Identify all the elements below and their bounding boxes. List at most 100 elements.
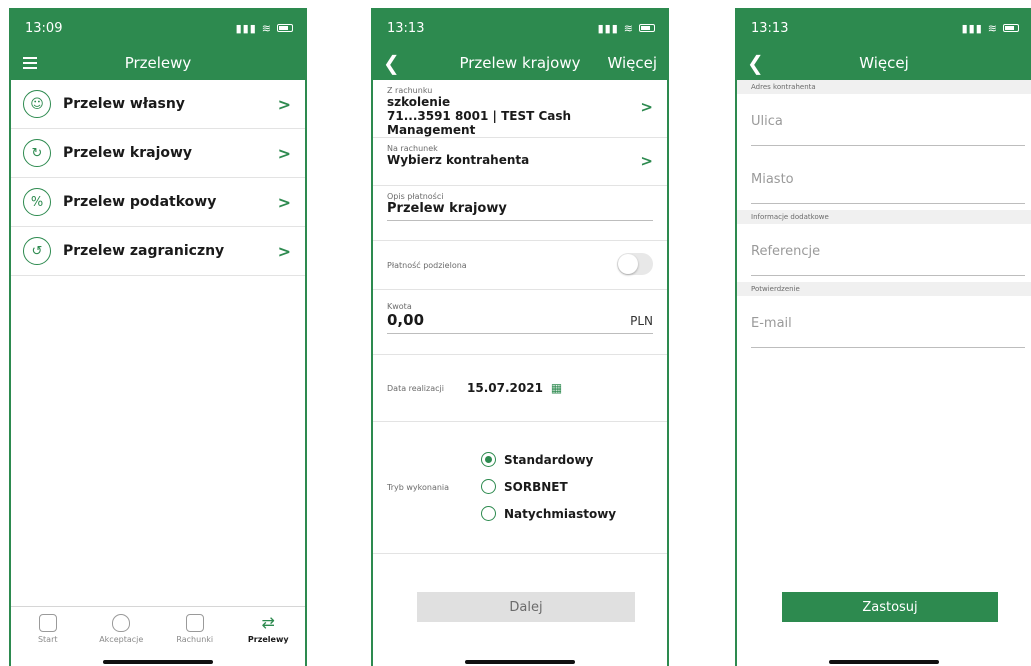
to-account-label: Na rachunek [387,144,438,153]
next-button[interactable]: Dalej [417,592,635,622]
tab-label: Akceptacje [99,634,144,644]
status-time: 13:13 [387,20,425,36]
shield-check-icon [112,613,131,632]
person-money-icon: ☺ [23,90,51,118]
description-input[interactable]: Przelew krajowy [387,201,653,221]
radio-instant[interactable]: Natychmiastowy [481,506,616,521]
tab-acceptance[interactable]: Akceptacje [85,607,159,650]
transfer-icon: ↻ [23,139,51,167]
phone-screen-domestic-transfer: 13:13 ▮▮▮ ≋ ❮ Przelew krajowy Więcej Z r… [371,8,669,666]
status-bar: 13:13 ▮▮▮ ≋ [373,10,667,46]
signal-icon: ▮▮▮ [961,21,983,35]
split-payment-label: Płatność podzielona [387,261,467,270]
chevron-right-icon: > [277,192,291,212]
street-input[interactable]: Ulica [751,114,783,129]
more-button[interactable]: Więcej [607,54,657,72]
home-icon [38,613,57,632]
apply-button[interactable]: Zastosuj [782,592,998,622]
wifi-icon: ≋ [623,21,634,35]
email-field[interactable]: E-mail [737,296,1031,354]
tab-label: Start [37,634,58,644]
home-indicator [829,660,939,664]
status-icons: ▮▮▮ ≋ [962,22,1019,35]
from-account-label: Z rachunku [387,86,433,95]
nav-bar: ❮ Przelew krajowy Więcej [373,46,667,80]
execution-mode-options: Standardowy SORBNET Natychmiastowy [481,442,616,533]
menu-item-label: Przelew zagraniczny [63,243,225,259]
back-chevron-icon[interactable]: ❮ [383,51,400,75]
status-bar: 13:13 ▮▮▮ ≋ [737,10,1031,46]
date-value[interactable]: 15.07.2021 [467,381,543,395]
page-title: Więcej [859,54,909,72]
page-title: Przelew krajowy [459,54,581,72]
status-time: 13:13 [751,20,789,36]
section-header-confirmation: Potwierdzenie [737,282,1031,296]
to-account-row[interactable]: Na rachunek Wybierz kontrahenta > [373,138,667,186]
phone-screen-more: 13:13 ▮▮▮ ≋ ❮ Więcej Adres kontrahenta U… [735,8,1031,666]
status-icons: ▮▮▮ ≋ [598,22,655,35]
field-underline [751,145,1025,146]
email-input[interactable]: E-mail [751,316,792,331]
radio-label: Standardowy [504,452,594,467]
back-chevron-icon[interactable]: ❮ [747,51,764,75]
amount-field[interactable]: 0,00 PLN [387,311,653,334]
tab-label: Rachunki [176,634,214,644]
status-time: 13:09 [25,20,63,36]
percent-icon: % [23,188,51,216]
nav-bar: Przelewy [11,46,305,80]
hamburger-menu-icon[interactable] [23,57,37,69]
amount-row: Kwota 0,00 PLN [373,290,667,354]
home-indicator [103,660,213,664]
calendar-icon[interactable]: ▦ [551,381,562,395]
street-field[interactable]: Ulica [737,94,1031,152]
battery-icon [277,24,293,32]
menu-item-foreign-transfer[interactable]: ↺ Przelew zagraniczny > [11,227,305,276]
battery-icon [639,24,655,32]
menu-item-domestic-transfer[interactable]: ↻ Przelew krajowy > [11,129,305,178]
amount-input[interactable]: 0,00 [387,311,424,329]
menu-item-label: Przelew krajowy [63,145,193,161]
execution-mode-row: Tryb wykonania Standardowy SORBNET Natyc… [373,422,667,554]
currency-label: PLN [630,314,653,328]
radio-unselected-icon [481,506,496,521]
description-label: Opis płatności [387,192,444,201]
split-payment-row: Płatność podzielona [373,240,667,290]
radio-standard[interactable]: Standardowy [481,452,616,467]
tab-start[interactable]: Start [11,607,85,650]
tab-bar: Start Akceptacje Rachunki ⇄ Przelewy [11,606,305,650]
reference-field[interactable]: Referencje [737,224,1031,282]
chevron-right-icon: > [640,98,653,116]
execution-mode-label: Tryb wykonania [387,483,450,492]
city-input[interactable]: Miasto [751,172,794,187]
signal-icon: ▮▮▮ [597,21,619,35]
wifi-icon: ≋ [261,21,272,35]
battery-icon [1003,24,1019,32]
radio-sorbnet[interactable]: SORBNET [481,479,616,494]
from-account-row[interactable]: Z rachunku szkolenie 71...3591 8001 | TE… [373,80,667,138]
tab-transfers[interactable]: ⇄ Przelewy [232,607,306,650]
signal-icon: ▮▮▮ [235,21,257,35]
field-underline [751,203,1025,204]
menu-item-tax-transfer[interactable]: % Przelew podatkowy > [11,178,305,227]
from-account-name: szkolenie [387,95,451,109]
description-row: Opis płatności Przelew krajowy [373,186,667,240]
status-icons: ▮▮▮ ≋ [236,22,293,35]
chevron-right-icon: > [277,241,291,261]
section-header-address: Adres kontrahenta [737,80,1031,94]
tab-accounts[interactable]: Rachunki [158,607,232,650]
menu-item-own-transfer[interactable]: ☺ Przelew własny > [11,80,305,129]
city-field[interactable]: Miasto [737,152,1031,210]
radio-label: SORBNET [504,479,568,494]
page-title: Przelewy [124,54,192,72]
wifi-icon: ≋ [987,21,998,35]
radio-label: Natychmiastowy [504,506,617,521]
radio-unselected-icon [481,479,496,494]
globe-transfer-icon: ↺ [23,237,51,265]
split-payment-toggle[interactable] [617,253,653,275]
transfer-arrows-icon: ⇄ [261,612,275,632]
tab-label: Przelewy [247,634,289,644]
amount-label: Kwota [387,302,412,311]
status-bar: 13:09 ▮▮▮ ≋ [11,10,305,46]
from-account-number: 71...3591 8001 | TEST Cash Management [387,109,572,137]
reference-input[interactable]: Referencje [751,244,820,259]
